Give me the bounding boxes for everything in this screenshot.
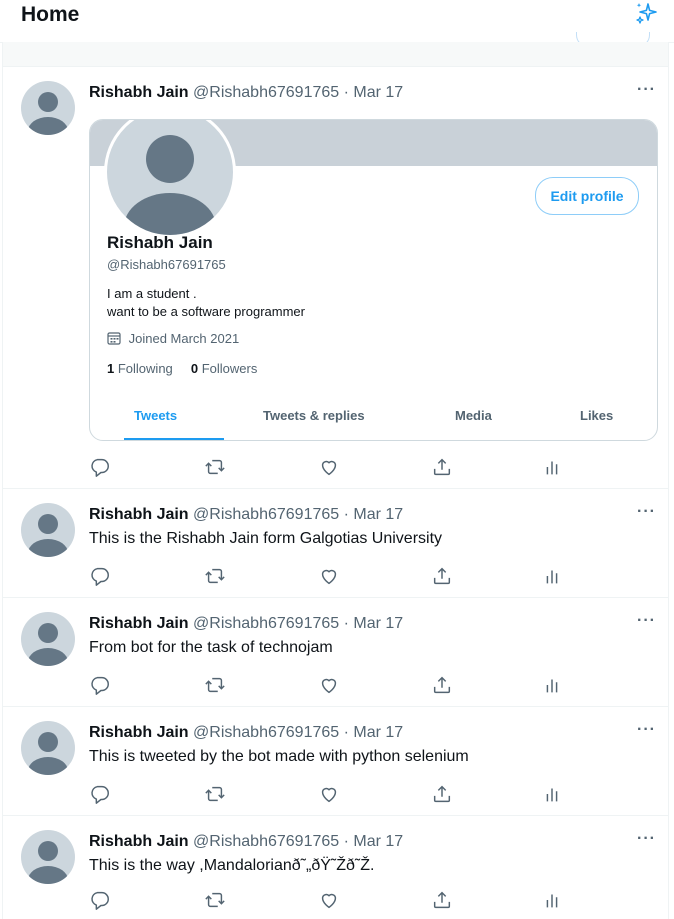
reply-icon[interactable] [89, 889, 113, 913]
tweet-actions [89, 674, 559, 698]
tweet[interactable]: Rishabh Jain @Rishabh67691765 · Mar 17 ·… [3, 816, 668, 919]
like-icon[interactable] [318, 456, 342, 480]
author-name[interactable]: Rishabh Jain [89, 833, 189, 850]
avatar[interactable] [21, 721, 75, 775]
top-header: Home [0, 0, 674, 43]
tweet[interactable]: Rishabh Jain @Rishabh67691765 · Mar 17 ·… [3, 67, 668, 489]
retweet-icon[interactable] [204, 674, 228, 698]
tweet-header: Rishabh Jain @Rishabh67691765 · Mar 17 [89, 506, 403, 524]
calendar-icon [107, 331, 129, 346]
avatar[interactable] [21, 503, 75, 557]
page-title: Home [21, 3, 80, 26]
more-options-icon[interactable]: ··· [637, 612, 656, 630]
share-icon[interactable] [431, 783, 455, 807]
profile-card[interactable]: Edit profile Rishabh Jain @Rishabh676917… [89, 119, 658, 441]
retweet-icon[interactable] [204, 456, 228, 480]
tweet-actions [89, 889, 559, 913]
tweet-actions [89, 783, 559, 807]
analytics-icon[interactable] [541, 674, 565, 698]
retweet-icon[interactable] [204, 889, 228, 913]
reply-icon[interactable] [89, 565, 113, 589]
author-meta[interactable]: @Rishabh67691765 · Mar 17 [193, 615, 403, 632]
tweet-text: From bot for the task of technojam [89, 639, 333, 656]
author-meta[interactable]: @Rishabh67691765 · Mar 17 [193, 833, 403, 850]
author-meta[interactable]: @Rishabh67691765 · Mar 17 [193, 506, 403, 523]
profile-tabs: Tweets Tweets & replies Media Likes [90, 396, 657, 440]
followers-link[interactable]: 0 Followers [191, 361, 257, 376]
tweet-header: Rishabh Jain @Rishabh67691765 · Mar 17 [89, 615, 403, 633]
share-icon[interactable] [431, 674, 455, 698]
tab-tweets[interactable]: Tweets [134, 408, 177, 423]
profile-handle: @Rishabh67691765 [107, 257, 226, 272]
tab-media[interactable]: Media [455, 408, 492, 423]
avatar[interactable] [21, 612, 75, 666]
author-name[interactable]: Rishabh Jain [89, 506, 189, 523]
tweet-text: This is tweeted by the bot made with pyt… [89, 748, 469, 765]
tab-likes[interactable]: Likes [580, 408, 613, 423]
tweet-header: Rishabh Jain @Rishabh67691765 · Mar 17 [89, 833, 403, 851]
like-icon[interactable] [318, 889, 342, 913]
retweet-icon[interactable] [204, 783, 228, 807]
tweet[interactable]: Rishabh Jain @Rishabh67691765 · Mar 17 ·… [3, 707, 668, 816]
like-icon[interactable] [318, 565, 342, 589]
more-options-icon[interactable]: ··· [637, 81, 656, 99]
share-icon[interactable] [431, 889, 455, 913]
tweet-actions [89, 456, 559, 480]
share-icon[interactable] [431, 565, 455, 589]
more-options-icon[interactable]: ··· [637, 830, 656, 848]
like-icon[interactable] [318, 783, 342, 807]
like-icon[interactable] [318, 674, 342, 698]
follow-stats: 1 Following 0 Followers [107, 361, 257, 376]
timeline-divider [3, 42, 668, 67]
author-name[interactable]: Rishabh Jain [89, 84, 189, 101]
profile-name: Rishabh Jain [107, 233, 213, 252]
tweet[interactable]: Rishabh Jain @Rishabh67691765 · Mar 17 ·… [3, 598, 668, 707]
analytics-icon[interactable] [541, 889, 565, 913]
profile-bio-line: I am a student . [107, 286, 197, 301]
author-meta[interactable]: @Rishabh67691765 · Mar 17 [193, 84, 403, 101]
tweet[interactable]: Rishabh Jain @Rishabh67691765 · Mar 17 ·… [3, 489, 668, 598]
analytics-icon[interactable] [541, 456, 565, 480]
following-link[interactable]: 1 Following [107, 361, 173, 376]
tweet-text: This is the way ,Mandalorianð˜„ðŸ˜Žð˜Ž. [89, 857, 375, 874]
edit-profile-button[interactable]: Edit profile [535, 177, 639, 215]
author-name[interactable]: Rishabh Jain [89, 724, 189, 741]
profile-bio-line: want to be a software programmer [107, 304, 305, 319]
reply-icon[interactable] [89, 674, 113, 698]
active-tab-indicator [124, 438, 224, 440]
tweet-text: This is the Rishabh Jain form Galgotias … [89, 530, 443, 547]
tweet-header: Rishabh Jain @Rishabh67691765 · Mar 17 [89, 84, 403, 102]
reply-icon[interactable] [89, 456, 113, 480]
profile-avatar [104, 120, 236, 238]
tab-tweets-replies[interactable]: Tweets & replies [263, 408, 365, 423]
sparkle-icon[interactable] [632, 0, 660, 28]
tweet-header: Rishabh Jain @Rishabh67691765 · Mar 17 [89, 724, 403, 742]
avatar[interactable] [21, 830, 75, 884]
joined-date: Joined March 2021 [107, 331, 239, 346]
share-icon[interactable] [431, 456, 455, 480]
tweet-actions [89, 565, 559, 589]
more-options-icon[interactable]: ··· [637, 721, 656, 739]
retweet-icon[interactable] [204, 565, 228, 589]
author-meta[interactable]: @Rishabh67691765 · Mar 17 [193, 724, 403, 741]
more-options-icon[interactable]: ··· [637, 503, 656, 521]
analytics-icon[interactable] [541, 783, 565, 807]
reply-icon[interactable] [89, 783, 113, 807]
analytics-icon[interactable] [541, 565, 565, 589]
author-name[interactable]: Rishabh Jain [89, 615, 189, 632]
avatar[interactable] [21, 81, 75, 135]
